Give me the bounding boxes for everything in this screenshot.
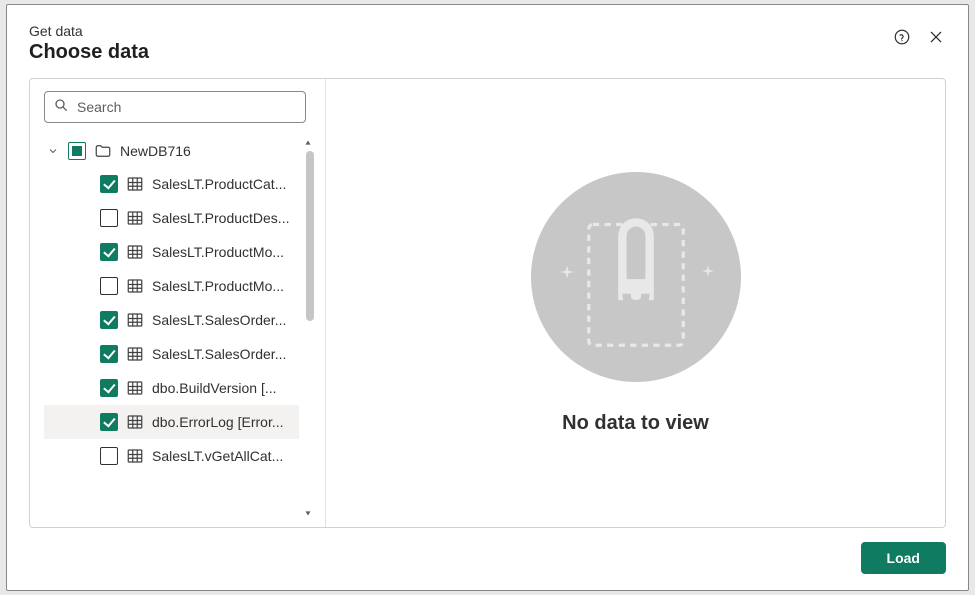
table-row[interactable]: dbo.ErrorLog [Error... xyxy=(44,405,299,439)
object-tree: NewDB716 SalesLT.ProductCat...SalesLT.Pr… xyxy=(44,135,315,523)
load-button[interactable]: Load xyxy=(861,542,946,574)
table-icon xyxy=(126,277,144,295)
header-icons xyxy=(892,27,946,47)
table-label: SalesLT.ProductMo... xyxy=(152,278,284,294)
table-row[interactable]: dbo.BuildVersion [... xyxy=(44,371,299,405)
empty-illustration xyxy=(531,172,741,382)
table-row[interactable]: SalesLT.vGetAllCat... xyxy=(44,439,299,473)
table-checkbox[interactable] xyxy=(100,447,118,465)
scrollbar[interactable] xyxy=(303,135,315,523)
modal-subtitle: Get data xyxy=(29,23,149,39)
table-row[interactable]: SalesLT.SalesOrder... xyxy=(44,337,299,371)
table-row[interactable]: SalesLT.ProductCat... xyxy=(44,167,299,201)
table-checkbox[interactable] xyxy=(100,311,118,329)
table-row[interactable]: SalesLT.SalesOrder... xyxy=(44,303,299,337)
table-checkbox[interactable] xyxy=(100,345,118,363)
sparkle-icon xyxy=(559,264,575,285)
database-label: NewDB716 xyxy=(120,143,191,159)
table-icon xyxy=(126,413,144,431)
table-checkbox[interactable] xyxy=(100,175,118,193)
table-checkbox[interactable] xyxy=(100,209,118,227)
table-list: SalesLT.ProductCat... SalesLT.ProductDes.… xyxy=(44,167,299,473)
table-label: SalesLT.SalesOrder... xyxy=(152,312,286,328)
modal-header: Get data Choose data xyxy=(29,23,946,64)
tree-inner: NewDB716 SalesLT.ProductCat...SalesLT.Pr… xyxy=(44,135,315,473)
table-checkbox[interactable] xyxy=(100,243,118,261)
scroll-thumb[interactable] xyxy=(306,151,314,321)
search-box[interactable] xyxy=(44,91,306,123)
table-icon xyxy=(126,175,144,193)
preview-panel: No data to view xyxy=(326,79,945,527)
table-icon xyxy=(126,379,144,397)
empty-message: No data to view xyxy=(562,412,709,435)
scroll-track[interactable] xyxy=(306,151,314,507)
database-checkbox[interactable] xyxy=(68,142,86,160)
help-icon[interactable] xyxy=(892,27,912,47)
table-icon xyxy=(126,345,144,363)
choose-data-modal: Get data Choose data xyxy=(6,4,969,591)
scroll-down-icon[interactable] xyxy=(303,505,315,523)
close-icon[interactable] xyxy=(926,27,946,47)
search-input[interactable] xyxy=(77,99,297,115)
table-icon xyxy=(126,447,144,465)
chevron-down-icon[interactable] xyxy=(46,145,60,157)
table-icon xyxy=(126,243,144,261)
table-checkbox[interactable] xyxy=(100,277,118,295)
database-node[interactable]: NewDB716 xyxy=(44,135,299,167)
modal-title: Choose data xyxy=(29,41,149,64)
folder-icon xyxy=(94,142,112,160)
sparkle-icon xyxy=(701,264,715,283)
modal-footer: Load xyxy=(29,528,946,574)
table-label: SalesLT.ProductDes... xyxy=(152,210,289,226)
title-block: Get data Choose data xyxy=(29,23,149,64)
table-label: dbo.ErrorLog [Error... xyxy=(152,414,284,430)
table-row[interactable]: SalesLT.ProductDes... xyxy=(44,201,299,235)
search-icon xyxy=(53,97,69,118)
navigator-panel: NewDB716 SalesLT.ProductCat...SalesLT.Pr… xyxy=(30,79,326,527)
table-label: SalesLT.ProductMo... xyxy=(152,244,284,260)
table-icon xyxy=(126,311,144,329)
table-icon xyxy=(126,209,144,227)
table-checkbox[interactable] xyxy=(100,379,118,397)
table-checkbox[interactable] xyxy=(100,413,118,431)
table-row[interactable]: SalesLT.ProductMo... xyxy=(44,235,299,269)
table-label: dbo.BuildVersion [... xyxy=(152,380,277,396)
table-label: SalesLT.SalesOrder... xyxy=(152,346,286,362)
table-row[interactable]: SalesLT.ProductMo... xyxy=(44,269,299,303)
table-label: SalesLT.ProductCat... xyxy=(152,176,286,192)
table-label: SalesLT.vGetAllCat... xyxy=(152,448,283,464)
modal-body: NewDB716 SalesLT.ProductCat...SalesLT.Pr… xyxy=(29,78,946,528)
